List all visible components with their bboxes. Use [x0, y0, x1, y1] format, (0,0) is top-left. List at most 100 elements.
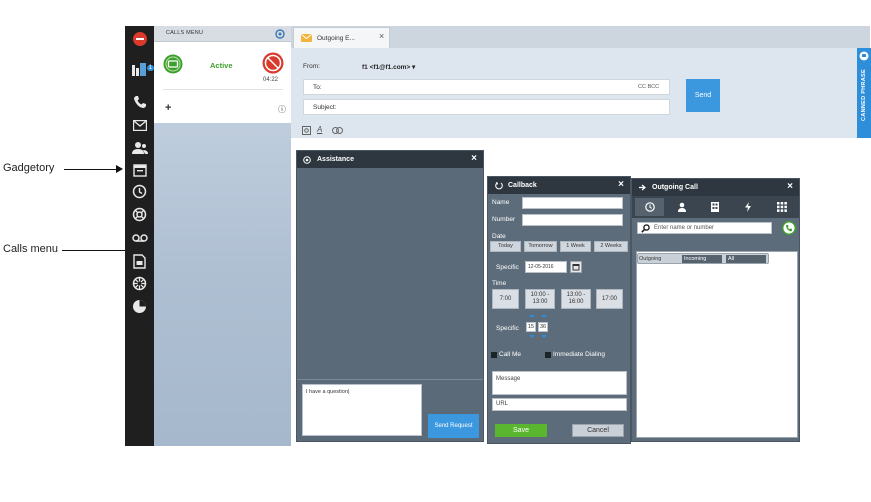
- from-label: From:: [303, 63, 320, 70]
- date-option-tomorrow[interactable]: Tomorrow: [524, 241, 557, 252]
- immediate-dialing-checkbox[interactable]: [545, 352, 551, 358]
- callback-title: Callback: [508, 182, 537, 189]
- time-option-13-16[interactable]: 13:00 - 16:00: [561, 289, 591, 309]
- outgoing-call-dialog: Outgoing Call × Enter name or number Out…: [631, 178, 800, 442]
- tab-contacts[interactable]: [667, 198, 696, 216]
- hour-up-arrow[interactable]: [529, 314, 535, 317]
- keypad-icon: [776, 202, 787, 212]
- link-icon[interactable]: [332, 127, 343, 134]
- time-option-17[interactable]: 17:00: [596, 289, 623, 309]
- from-selector[interactable]: f1 <f1@f1.com> ▾: [362, 63, 415, 71]
- call-timer: 04:22: [263, 77, 279, 83]
- callback-dialog: Callback × Name Number Date Today Tomorr…: [487, 176, 631, 444]
- tab-recent[interactable]: [635, 198, 664, 216]
- assistance-close[interactable]: ×: [471, 153, 477, 164]
- tab-quick-dial[interactable]: [733, 198, 762, 216]
- specific-minute-input[interactable]: 36: [538, 322, 548, 332]
- specific-date-value: 12-05-2016: [528, 264, 554, 270]
- calls-badge: 1: [146, 65, 154, 71]
- hangup-icon[interactable]: [262, 52, 284, 74]
- gadgetory-annotation: Gadgetory: [3, 162, 55, 174]
- gadgetory-arrow: [64, 169, 118, 170]
- call-me-checkbox[interactable]: [491, 352, 497, 358]
- dial-button-icon[interactable]: [782, 221, 796, 235]
- icon-bar: 1: [125, 26, 154, 446]
- hour-down-arrow[interactable]: [529, 335, 535, 338]
- callback-name-label: Name: [492, 199, 510, 206]
- assistance-divider: [297, 379, 483, 380]
- minute-up-arrow[interactable]: [541, 314, 547, 317]
- assistance-question-field[interactable]: I have a question|: [302, 384, 422, 436]
- document-icon[interactable]: [130, 252, 149, 271]
- outgoing-call-header: Outgoing Call ×: [632, 179, 799, 196]
- email-icon[interactable]: [130, 116, 149, 135]
- callback-number-input[interactable]: [522, 214, 623, 226]
- filter-all[interactable]: All: [726, 255, 766, 263]
- callback-close[interactable]: ×: [618, 179, 624, 190]
- specific-date-input[interactable]: 12-05-2016: [525, 261, 567, 273]
- chart-icon[interactable]: [130, 297, 149, 316]
- tab-keypad[interactable]: [767, 198, 796, 216]
- date-option-today[interactable]: Today: [490, 241, 521, 252]
- active-call-icon[interactable]: [163, 54, 183, 74]
- immediate-dialing-label: Immediate Dialing: [553, 351, 606, 358]
- callback-header: Callback ×: [488, 177, 630, 194]
- filter-incoming[interactable]: Incoming: [682, 255, 722, 263]
- tab-directory[interactable]: [700, 198, 729, 216]
- date-option-1-week[interactable]: 1 Week: [560, 241, 591, 252]
- callback-specific-date-label: Specific: [496, 264, 519, 271]
- calls-menu-settings-icon[interactable]: [275, 29, 285, 39]
- call-me-label: Call Me: [499, 351, 522, 358]
- calendar-icon[interactable]: [570, 261, 582, 273]
- subject-field[interactable]: Subject:: [303, 99, 670, 115]
- url-field[interactable]: URL: [492, 398, 627, 411]
- attach-image-icon[interactable]: [302, 126, 311, 135]
- settings-icon[interactable]: [130, 274, 149, 293]
- gadgetory-arrow-head: [116, 165, 123, 173]
- email-send-button[interactable]: Send: [686, 79, 720, 112]
- time-option-10-13[interactable]: 10:00 - 13:00: [525, 289, 555, 309]
- outgoing-call-close[interactable]: ×: [787, 181, 793, 192]
- search-placeholder: Enter name or number: [654, 225, 715, 231]
- to-field[interactable]: To: CC BCC: [303, 79, 670, 95]
- history-icon[interactable]: [130, 182, 149, 201]
- subject-label: Subject:: [313, 104, 337, 111]
- time-option-7[interactable]: 7:00: [492, 289, 519, 309]
- specific-hour-value: 15: [528, 324, 535, 330]
- tab-outgoing-email[interactable]: Outgoing E... ×: [293, 27, 390, 48]
- url-placeholder: URL: [496, 401, 509, 407]
- callback-name-input[interactable]: [522, 197, 623, 209]
- specific-hour-input[interactable]: 15: [526, 322, 536, 332]
- callback-date-label: Date: [492, 233, 506, 240]
- outgoing-search-input[interactable]: Enter name or number: [637, 222, 772, 234]
- add-call-button[interactable]: +: [165, 102, 171, 114]
- help-icon[interactable]: [130, 205, 149, 224]
- canned-phrase-widget[interactable]: CANNED PHRASE: [857, 48, 871, 138]
- assistance-dialog: Assistance × I have a question| Send Req…: [296, 150, 484, 442]
- callback-save-button[interactable]: Save: [495, 424, 547, 437]
- calls-menu-panel: CALLS MENU Active 04:22 + ⓘ: [154, 26, 291, 446]
- send-request-button[interactable]: Send Request: [428, 414, 479, 438]
- voicemail-icon[interactable]: [130, 228, 149, 247]
- lightning-icon: [744, 202, 751, 212]
- cc-bcc-link[interactable]: CC BCC: [638, 84, 659, 90]
- calls-menu-annotation: Calls menu: [3, 243, 59, 255]
- logout-icon[interactable]: [130, 29, 149, 48]
- clock-icon: [644, 202, 655, 212]
- to-label: To:: [313, 84, 322, 91]
- contacts-icon[interactable]: [130, 138, 149, 157]
- gadgetory-icon[interactable]: [130, 160, 149, 179]
- message-field[interactable]: Message: [492, 371, 627, 395]
- minute-down-arrow[interactable]: [541, 335, 547, 338]
- phone-icon[interactable]: [130, 92, 149, 111]
- calls-menu-icon[interactable]: 1: [128, 60, 154, 79]
- filter-outgoing[interactable]: Outgoing: [639, 255, 679, 263]
- callback-cancel-button[interactable]: Cancel: [572, 424, 624, 437]
- info-button[interactable]: ⓘ: [278, 104, 286, 115]
- email-tab-close[interactable]: ×: [379, 31, 384, 41]
- email-composer: From: f1 <f1@f1.com> ▾ To: CC BCC Subjec…: [291, 48, 858, 138]
- text-format-icon[interactable]: A: [317, 125, 322, 134]
- canned-phrase-text: CANNED PHRASE: [861, 69, 867, 121]
- date-option-2-weeks[interactable]: 2 Weeks: [594, 241, 628, 252]
- message-placeholder: Message: [496, 376, 521, 382]
